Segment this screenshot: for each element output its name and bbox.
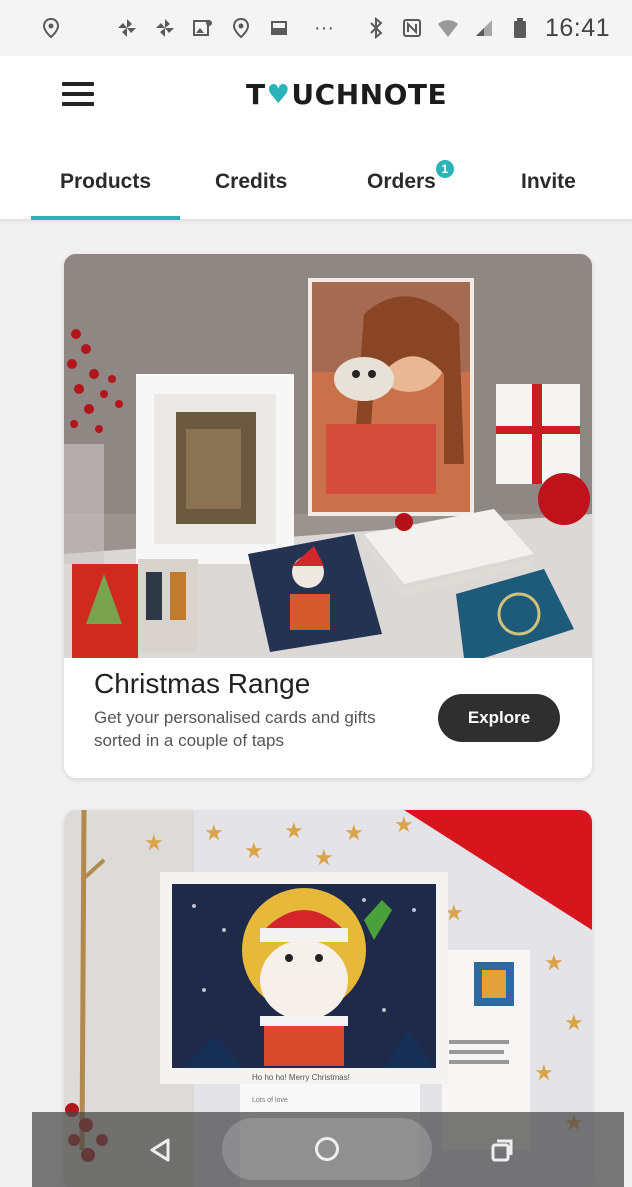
logo-text-right: UCHNOTE [291, 78, 448, 111]
wifi-icon [437, 17, 459, 39]
navigation-bar [32, 1112, 624, 1187]
hamburger-menu-icon[interactable] [62, 82, 94, 110]
location-icon [230, 17, 252, 39]
tab-credits[interactable]: Credits [215, 170, 287, 194]
orders-count-badge: 1 [435, 160, 454, 178]
heart-icon: ♥ [266, 79, 291, 110]
card-title: Christmas Range [94, 668, 311, 699]
card-message: Ho ho ho! Merry Christmas! [252, 1073, 350, 1082]
app-bar: T ♥ UCHNOTE [0, 56, 632, 140]
pinwheel-icon [154, 17, 176, 39]
location-icon [40, 17, 62, 39]
back-icon[interactable] [146, 1136, 174, 1164]
svg-text:★: ★ [534, 1061, 554, 1086]
tab-orders-label: Orders [367, 170, 436, 193]
active-tab-indicator [31, 216, 180, 220]
tab-bar: Products Credits Orders 1 Invite [0, 140, 632, 220]
svg-text:★: ★ [204, 821, 224, 846]
product-card-christmas-range[interactable]: Christmas Range Get your personalised ca… [64, 254, 592, 778]
home-icon [315, 1137, 339, 1161]
logo-text-left: T [246, 78, 266, 111]
svg-text:★: ★ [144, 831, 164, 856]
card-sign-off: Lots of love [252, 1097, 288, 1104]
battery-icon [509, 17, 531, 39]
svg-text:★: ★ [394, 813, 414, 838]
svg-text:★: ★ [564, 1011, 584, 1036]
nfc-icon [401, 17, 423, 39]
pinwheel-icon [116, 17, 138, 39]
moon-icon [78, 17, 100, 39]
image-icon [268, 17, 290, 39]
status-bar: ··· 16:41 [0, 0, 632, 56]
touchnote-logo: T ♥ UCHNOTE [246, 78, 447, 111]
gallery-icon [192, 17, 214, 39]
clock: 16:41 [544, 13, 610, 42]
explore-button[interactable]: Explore [438, 694, 560, 742]
recents-icon[interactable] [486, 1136, 514, 1164]
signal-icon [473, 17, 495, 39]
notification-icons: ··· [40, 17, 365, 39]
christmas-range-photo [64, 254, 592, 658]
bluetooth-icon [365, 17, 387, 39]
card-description: Get your personalised cards and gifts so… [94, 708, 376, 750]
svg-text:★: ★ [544, 951, 564, 976]
svg-text:★: ★ [314, 846, 334, 871]
svg-text:★: ★ [244, 839, 264, 864]
more-dots-icon: ··· [314, 16, 334, 39]
home-button[interactable] [222, 1118, 432, 1180]
svg-text:★: ★ [344, 821, 364, 846]
svg-text:★: ★ [284, 819, 304, 844]
system-icons: 16:41 [365, 14, 610, 43]
tab-invite[interactable]: Invite [521, 170, 576, 194]
tab-orders[interactable]: Orders 1 [367, 160, 454, 194]
tab-products[interactable]: Products [60, 170, 151, 194]
